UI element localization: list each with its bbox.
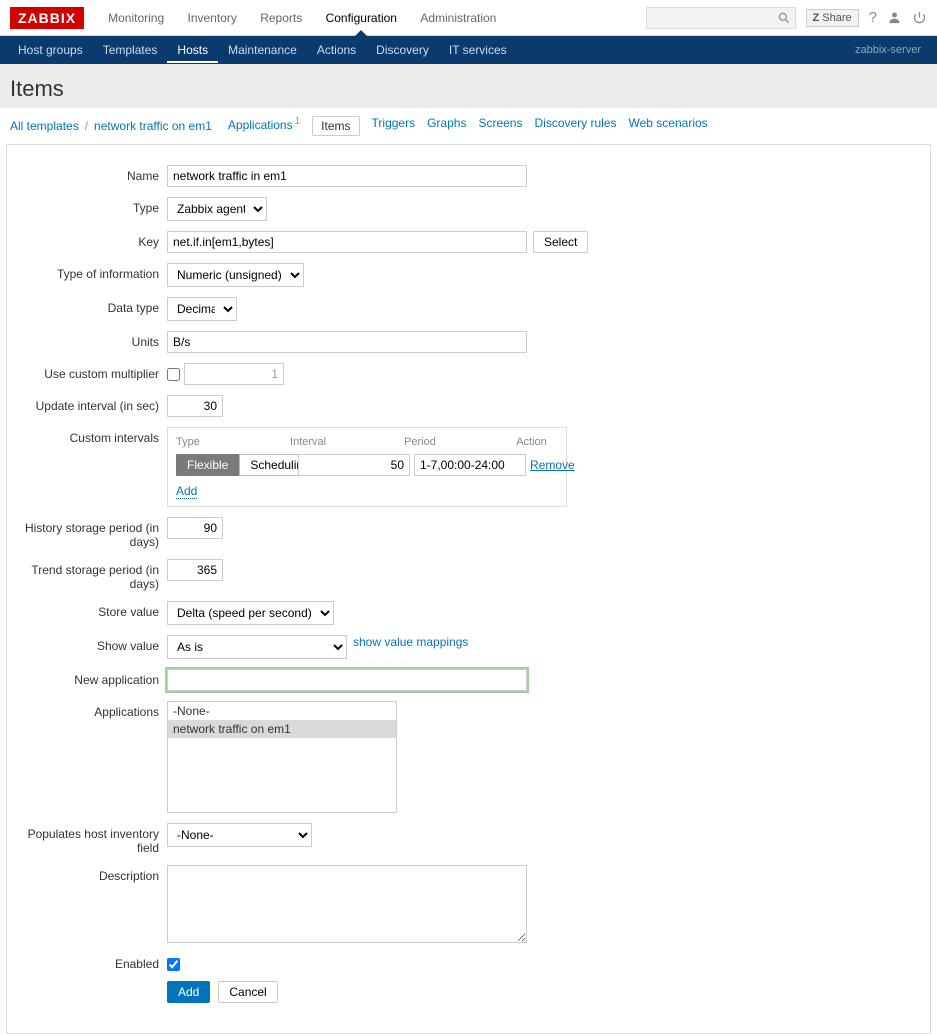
multiplier-checkbox[interactable] (167, 368, 180, 381)
add-button[interactable]: Add (167, 981, 210, 1003)
search-icon (777, 11, 791, 25)
label-type-of-info: Type of information (17, 263, 167, 281)
tab-web-scenarios[interactable]: Web scenarios (629, 116, 708, 136)
label-type: Type (17, 197, 167, 215)
item-form: Name Type Zabbix agent Key Select Type o… (6, 144, 931, 1034)
label-trend-period: Trend storage period (in days) (17, 559, 167, 591)
label-name: Name (17, 165, 167, 183)
select-key-button[interactable]: Select (533, 231, 588, 253)
subnav-it-services[interactable]: IT services (439, 37, 517, 63)
ci-head-period: Period (404, 436, 516, 448)
label-key: Key (17, 231, 167, 249)
top-nav: Monitoring Inventory Reports Configurati… (98, 1, 506, 35)
breadcrumb-sep: / (85, 119, 88, 133)
ci-head-interval: Interval (290, 436, 404, 448)
search-input[interactable] (646, 7, 796, 29)
nav-configuration[interactable]: Configuration (316, 1, 407, 35)
ci-add-link[interactable]: Add (176, 484, 197, 499)
type-of-info-select[interactable]: Numeric (unsigned) (167, 263, 304, 287)
ci-head-action: Action (516, 436, 558, 448)
label-history-period: History storage period (in days) (17, 517, 167, 549)
subnav-templates[interactable]: Templates (93, 37, 168, 63)
breadcrumb-all-templates[interactable]: All templates (10, 119, 79, 133)
nav-inventory[interactable]: Inventory (178, 1, 247, 35)
ci-remove-link[interactable]: Remove (530, 458, 575, 472)
populates-select[interactable]: -None- (167, 823, 312, 847)
custom-intervals-box: Type Interval Period Action Flexible Sch… (167, 427, 567, 507)
description-textarea[interactable] (167, 865, 527, 943)
app-option-selected[interactable]: network traffic on em1 (168, 720, 396, 738)
label-custom-intervals: Custom intervals (17, 427, 167, 445)
label-description: Description (17, 865, 167, 883)
enabled-checkbox[interactable] (167, 958, 180, 971)
label-data-type: Data type (17, 297, 167, 315)
breadcrumb: All templates / network traffic on em1 A… (0, 108, 937, 144)
share-icon: Z (813, 12, 820, 24)
page-title: Items (10, 76, 927, 102)
applications-list[interactable]: -None- network traffic on em1 (167, 701, 397, 813)
subnav-maintenance[interactable]: Maintenance (218, 37, 307, 63)
label-units: Units (17, 331, 167, 349)
ci-period-input[interactable] (414, 454, 526, 476)
help-icon[interactable]: ? (869, 9, 877, 26)
nav-reports[interactable]: Reports (250, 1, 312, 35)
tab-screens[interactable]: Screens (478, 116, 522, 136)
data-type-select[interactable]: Decimal (167, 297, 237, 321)
cancel-button[interactable]: Cancel (218, 981, 277, 1003)
units-input[interactable] (167, 331, 527, 353)
label-new-application: New application (17, 669, 167, 687)
name-input[interactable] (167, 165, 527, 187)
logo: ZABBIX (10, 7, 84, 29)
nav-administration[interactable]: Administration (410, 1, 506, 35)
ci-flexible-button[interactable]: Flexible (176, 454, 239, 476)
user-icon[interactable] (887, 10, 902, 25)
subnav: Host groups Templates Hosts Maintenance … (0, 36, 937, 64)
nav-monitoring[interactable]: Monitoring (98, 1, 174, 35)
share-button[interactable]: Z Share (806, 9, 859, 27)
show-value-mappings-link[interactable]: show value mappings (353, 635, 468, 649)
label-populates: Populates host inventory field (17, 823, 167, 855)
topbar-right: Z Share ? (646, 7, 928, 29)
subnav-actions[interactable]: Actions (307, 37, 366, 63)
topbar: ZABBIX Monitoring Inventory Reports Conf… (0, 0, 937, 36)
tab-discovery-rules[interactable]: Discovery rules (534, 116, 616, 136)
tab-applications[interactable]: Applications1 (228, 116, 300, 136)
server-name: zabbix-server (855, 44, 929, 56)
tab-graphs[interactable]: Graphs (427, 116, 466, 136)
multiplier-input (184, 363, 284, 385)
app-option-none[interactable]: -None- (168, 702, 396, 720)
ci-type-segmented: Flexible Scheduling (176, 454, 294, 476)
label-show-value: Show value (17, 635, 167, 653)
ci-interval-input[interactable] (298, 454, 410, 476)
show-value-select[interactable]: As is (167, 635, 347, 659)
subnav-discovery[interactable]: Discovery (366, 37, 439, 63)
label-update-interval: Update interval (in sec) (17, 395, 167, 413)
subnav-host-groups[interactable]: Host groups (8, 37, 93, 63)
ci-head-type: Type (176, 436, 290, 448)
breadcrumb-template[interactable]: network traffic on em1 (94, 119, 212, 133)
page-header: Items (0, 64, 937, 108)
label-store-value: Store value (17, 601, 167, 619)
label-applications: Applications (17, 701, 167, 719)
label-multiplier: Use custom multiplier (17, 363, 167, 381)
key-input[interactable] (167, 231, 527, 253)
tab-items[interactable]: Items (312, 116, 359, 136)
history-period-input[interactable] (167, 517, 223, 539)
subnav-hosts[interactable]: Hosts (167, 37, 218, 63)
entity-tabs: Applications1 Items Triggers Graphs Scre… (228, 116, 708, 136)
update-interval-input[interactable] (167, 395, 223, 417)
new-application-input[interactable] (167, 669, 527, 691)
label-enabled: Enabled (17, 953, 167, 971)
store-value-select[interactable]: Delta (speed per second) (167, 601, 334, 625)
power-icon[interactable] (912, 10, 927, 25)
tab-triggers[interactable]: Triggers (372, 116, 416, 136)
trend-period-input[interactable] (167, 559, 223, 581)
type-select[interactable]: Zabbix agent (167, 197, 267, 221)
